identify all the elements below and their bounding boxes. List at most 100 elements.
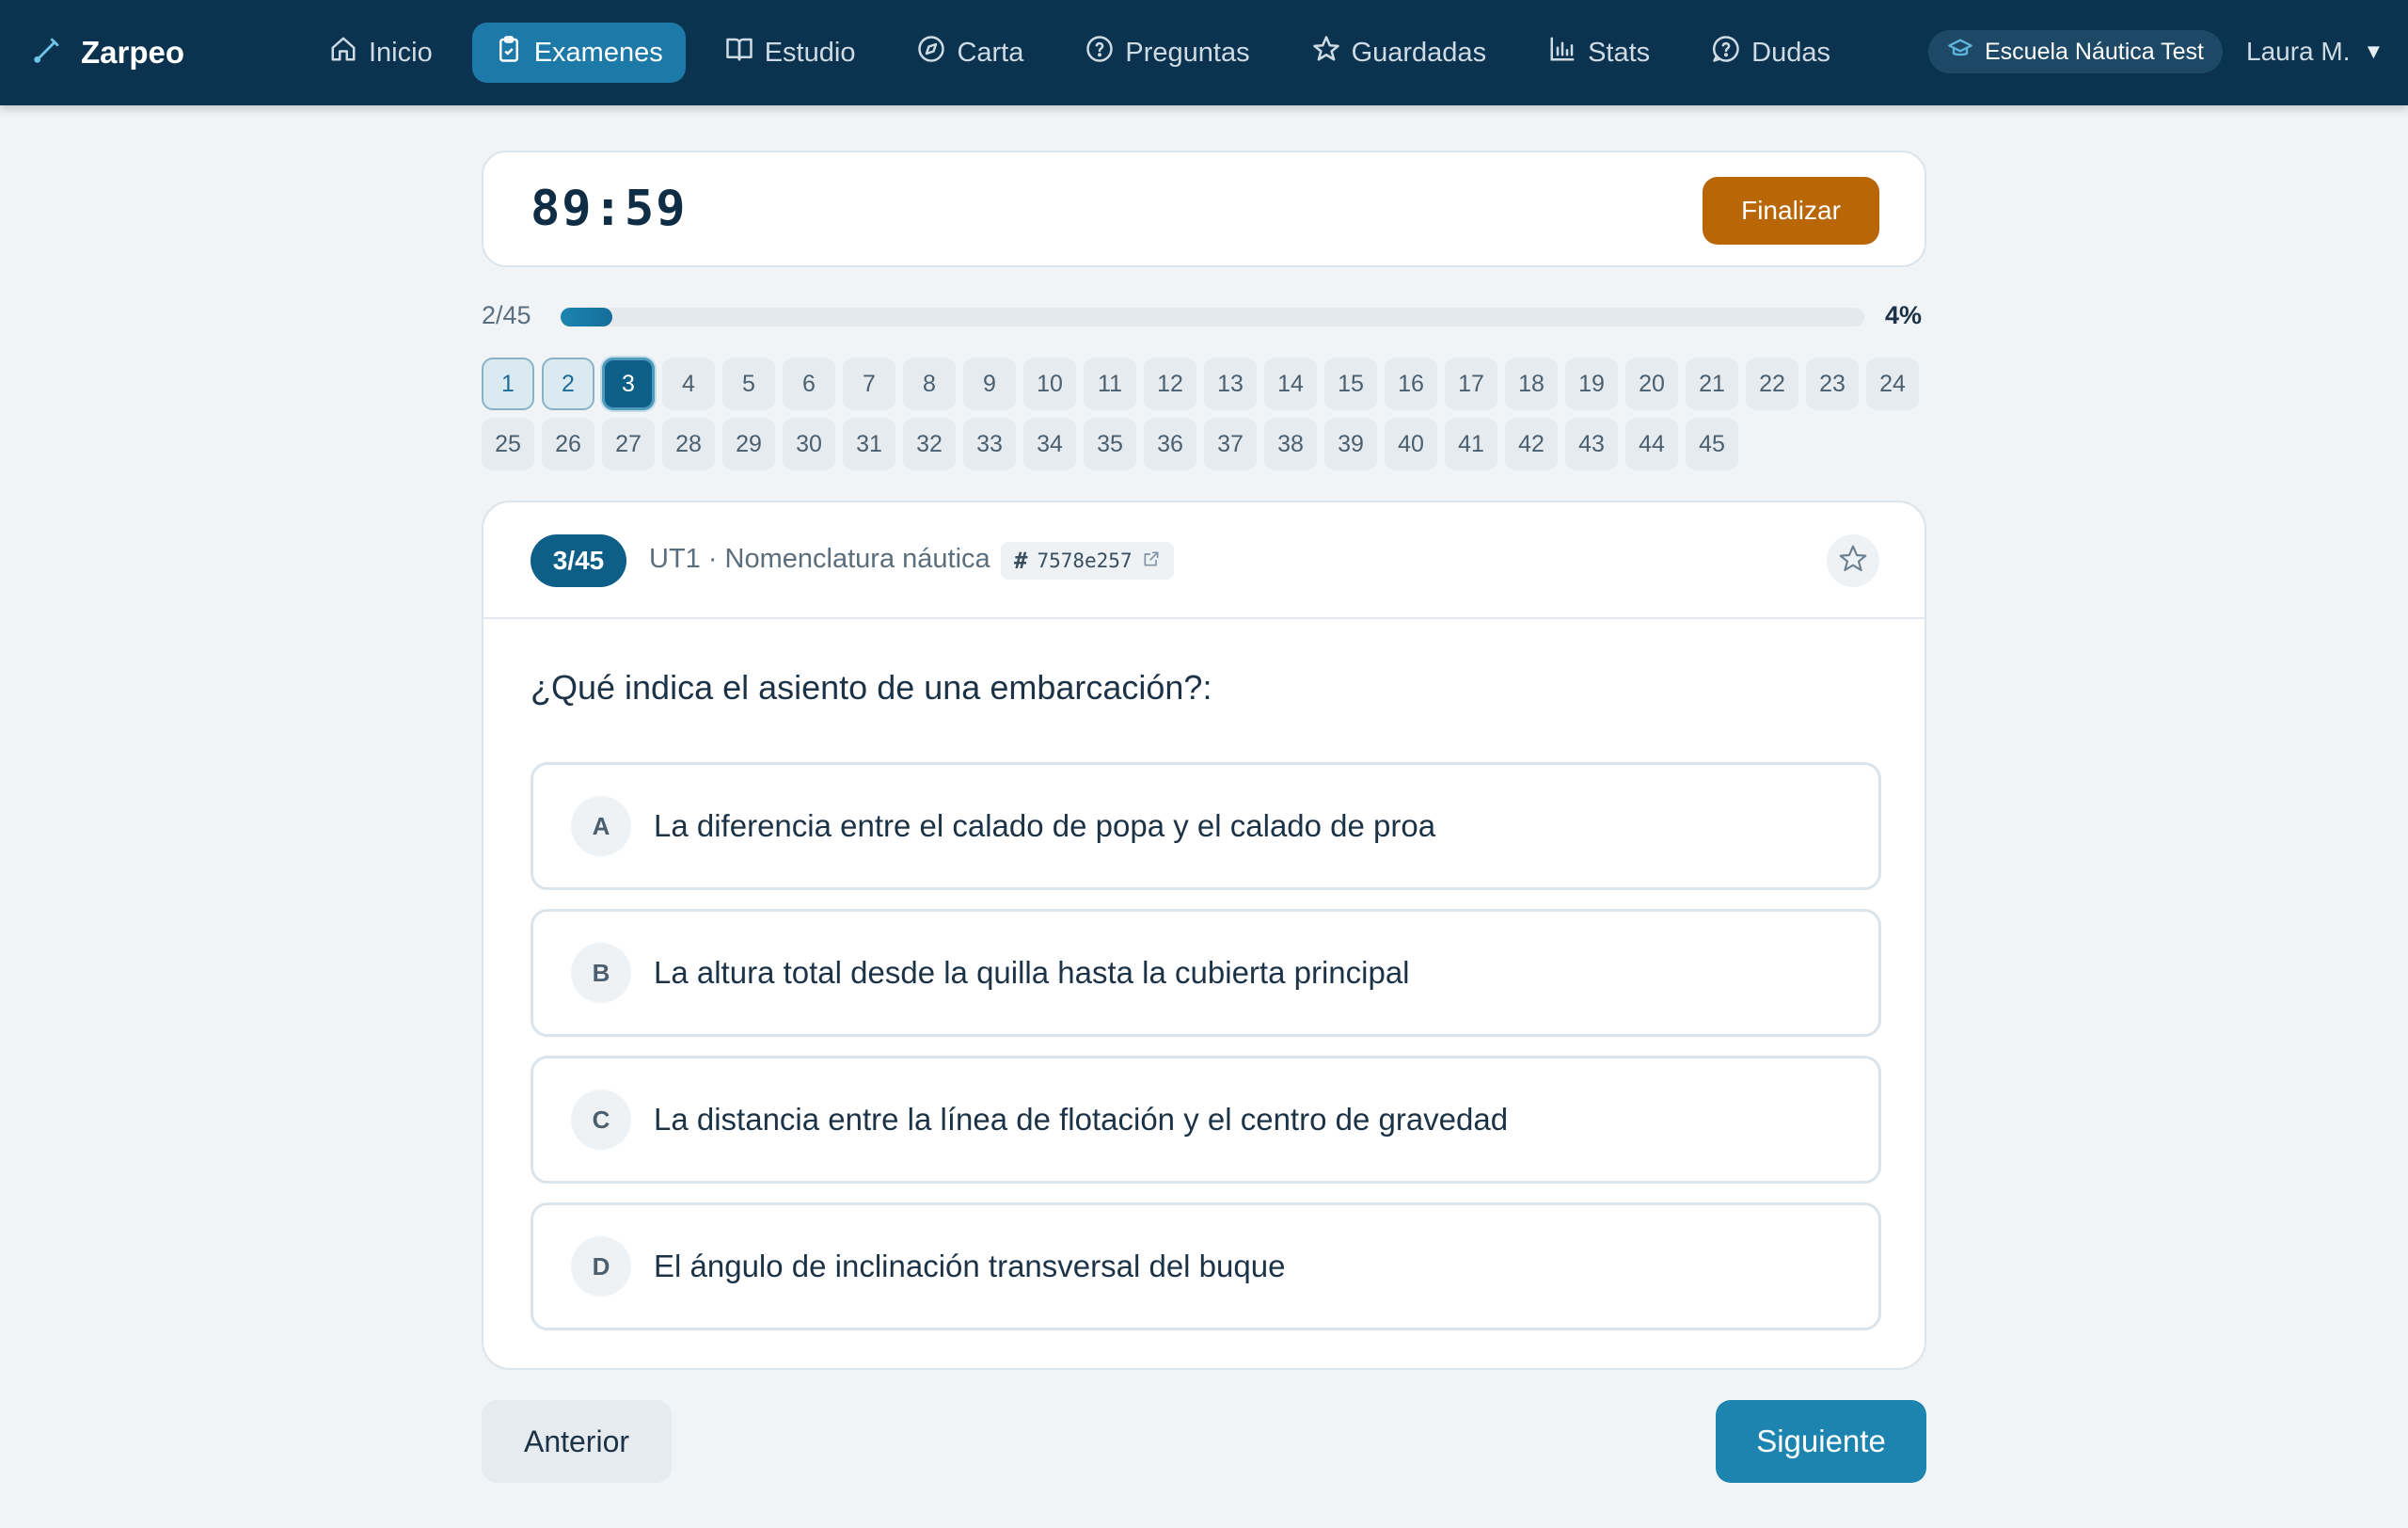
question-text: ¿Qué indica el asiento de una embarcació… bbox=[531, 668, 1212, 707]
question-nav-button[interactable]: 32 bbox=[903, 418, 956, 470]
external-link-icon bbox=[1142, 549, 1161, 573]
option-text: El ángulo de inclinación transversal del… bbox=[654, 1249, 1286, 1283]
user-menu[interactable]: Laura M. ▼ bbox=[2246, 30, 2384, 73]
nav-item-label: Preguntas bbox=[1125, 37, 1250, 68]
question-nav-button[interactable]: 21 bbox=[1686, 358, 1738, 410]
question-nav-button[interactable]: 25 bbox=[482, 418, 534, 470]
question-topic: UT1 · Nomenclatura náutica bbox=[649, 544, 990, 574]
question-nav-button[interactable]: 26 bbox=[542, 418, 594, 470]
question-nav-button[interactable]: 41 bbox=[1445, 418, 1497, 470]
exam-timer: 89:59 bbox=[531, 181, 688, 237]
main-nav: Inicio Examenes Estudio Carta Preguntas bbox=[307, 23, 1853, 83]
question-nav-button[interactable]: 13 bbox=[1204, 358, 1257, 410]
question-nav-button[interactable]: 30 bbox=[783, 418, 835, 470]
nav-item-preguntas[interactable]: Preguntas bbox=[1063, 23, 1272, 83]
nav-item-inicio[interactable]: Inicio bbox=[307, 23, 455, 83]
question-nav-button[interactable]: 42 bbox=[1505, 418, 1558, 470]
hash-icon: # bbox=[1014, 548, 1028, 574]
nav-item-label: Stats bbox=[1588, 37, 1651, 68]
finish-exam-button[interactable]: Finalizar bbox=[1703, 177, 1879, 245]
answer-options: A La diferencia entre el calado de popa … bbox=[531, 762, 1881, 1349]
nav-item-carta[interactable]: Carta bbox=[895, 23, 1046, 83]
question-nav-button[interactable]: 33 bbox=[963, 418, 1016, 470]
question-nav-button[interactable]: 9 bbox=[963, 358, 1016, 410]
nav-item-label: Inicio bbox=[369, 37, 433, 68]
question-nav-button[interactable]: 29 bbox=[722, 418, 775, 470]
nav-item-label: Examenes bbox=[533, 37, 663, 68]
question-nav-button[interactable]: 45 bbox=[1686, 418, 1738, 470]
question-nav-button[interactable]: 40 bbox=[1385, 418, 1437, 470]
graduation-cap-icon bbox=[1947, 36, 1973, 69]
question-nav-button[interactable]: 44 bbox=[1625, 418, 1678, 470]
question-nav-button[interactable]: 36 bbox=[1144, 418, 1196, 470]
option-letter: D bbox=[571, 1236, 631, 1297]
question-nav-button[interactable]: 37 bbox=[1204, 418, 1257, 470]
question-nav-button[interactable]: 39 bbox=[1324, 418, 1377, 470]
answer-option-b[interactable]: B La altura total desde la quilla hasta … bbox=[531, 909, 1881, 1037]
question-header: 3/45 UT1 · Nomenclatura náutica # 7578e2… bbox=[483, 502, 1925, 619]
question-nav-button[interactable]: 1 bbox=[482, 358, 534, 410]
question-nav-button[interactable]: 4 bbox=[662, 358, 715, 410]
question-nav-button[interactable]: 10 bbox=[1023, 358, 1076, 410]
nav-item-dudas[interactable]: Dudas bbox=[1689, 23, 1853, 83]
answer-option-a[interactable]: A La diferencia entre el calado de popa … bbox=[531, 762, 1881, 890]
compass-pen-icon bbox=[32, 33, 64, 72]
clipboard-check-icon bbox=[495, 35, 523, 71]
progress-count: 2/45 bbox=[482, 301, 531, 329]
option-letter: A bbox=[571, 796, 631, 856]
question-nav-button[interactable]: 18 bbox=[1505, 358, 1558, 410]
progress-bar bbox=[561, 308, 1864, 326]
school-name: Escuela Náutica Test bbox=[1985, 38, 2204, 65]
save-question-button[interactable] bbox=[1827, 534, 1879, 587]
top-navbar: Zarpeo Inicio Examenes Estudio Carta Pre… bbox=[0, 0, 2408, 105]
nav-item-stats[interactable]: Stats bbox=[1526, 23, 1672, 83]
question-nav-button[interactable]: 17 bbox=[1445, 358, 1497, 410]
nav-item-label: Guardadas bbox=[1351, 37, 1487, 68]
question-nav-button[interactable]: 24 bbox=[1866, 358, 1919, 410]
option-text: La distancia entre la línea de flotación… bbox=[654, 1102, 1509, 1137]
question-id-link[interactable]: # 7578e257 bbox=[1001, 542, 1174, 580]
star-icon bbox=[1838, 544, 1868, 579]
question-nav-button[interactable]: 19 bbox=[1565, 358, 1618, 410]
question-nav-button[interactable]: 6 bbox=[783, 358, 835, 410]
nav-item-guardadas[interactable]: Guardadas bbox=[1290, 23, 1510, 83]
question-nav-button[interactable]: 8 bbox=[903, 358, 956, 410]
question-nav-button[interactable]: 2 bbox=[542, 358, 594, 410]
answer-option-d[interactable]: D El ángulo de inclinación transversal d… bbox=[531, 1202, 1881, 1330]
question-nav-button[interactable]: 11 bbox=[1084, 358, 1136, 410]
question-nav-button[interactable]: 15 bbox=[1324, 358, 1377, 410]
question-nav-button[interactable]: 22 bbox=[1746, 358, 1798, 410]
nav-item-examenes[interactable]: Examenes bbox=[471, 23, 686, 83]
question-nav-button[interactable]: 12 bbox=[1144, 358, 1196, 410]
previous-button[interactable]: Anterior bbox=[482, 1400, 672, 1483]
question-nav-button[interactable]: 27 bbox=[602, 418, 655, 470]
brand[interactable]: Zarpeo bbox=[32, 0, 184, 105]
school-badge[interactable]: Escuela Náutica Test bbox=[1928, 30, 2223, 73]
question-id: 7578e257 bbox=[1037, 549, 1133, 572]
question-nav-button[interactable]: 43 bbox=[1565, 418, 1618, 470]
user-name: Laura M. bbox=[2246, 37, 2351, 66]
question-nav-button[interactable]: 14 bbox=[1264, 358, 1317, 410]
answer-option-c[interactable]: C La distancia entre la línea de flotaci… bbox=[531, 1056, 1881, 1184]
nav-item-label: Estudio bbox=[764, 37, 856, 68]
question-nav-button[interactable]: 23 bbox=[1806, 358, 1859, 410]
option-letter: B bbox=[571, 943, 631, 1003]
nav-item-estudio[interactable]: Estudio bbox=[703, 23, 879, 83]
help-circle-icon bbox=[1085, 35, 1114, 71]
question-nav-button[interactable]: 3 bbox=[602, 358, 655, 410]
star-icon bbox=[1312, 35, 1340, 71]
question-nav-button[interactable]: 35 bbox=[1084, 418, 1136, 470]
timer-card: 89:59 Finalizar bbox=[482, 151, 1926, 267]
bar-chart-icon bbox=[1548, 35, 1576, 71]
question-nav-button[interactable]: 20 bbox=[1625, 358, 1678, 410]
progress-percent: 4% bbox=[1885, 301, 1923, 329]
question-nav-button[interactable]: 31 bbox=[843, 418, 895, 470]
question-nav-button[interactable]: 34 bbox=[1023, 418, 1076, 470]
question-nav-button[interactable]: 7 bbox=[843, 358, 895, 410]
question-nav-button[interactable]: 5 bbox=[722, 358, 775, 410]
question-nav-button[interactable]: 16 bbox=[1385, 358, 1437, 410]
next-button[interactable]: Siguiente bbox=[1716, 1400, 1926, 1483]
caret-down-icon: ▼ bbox=[2363, 40, 2384, 63]
question-nav-button[interactable]: 38 bbox=[1264, 418, 1317, 470]
question-nav-button[interactable]: 28 bbox=[662, 418, 715, 470]
